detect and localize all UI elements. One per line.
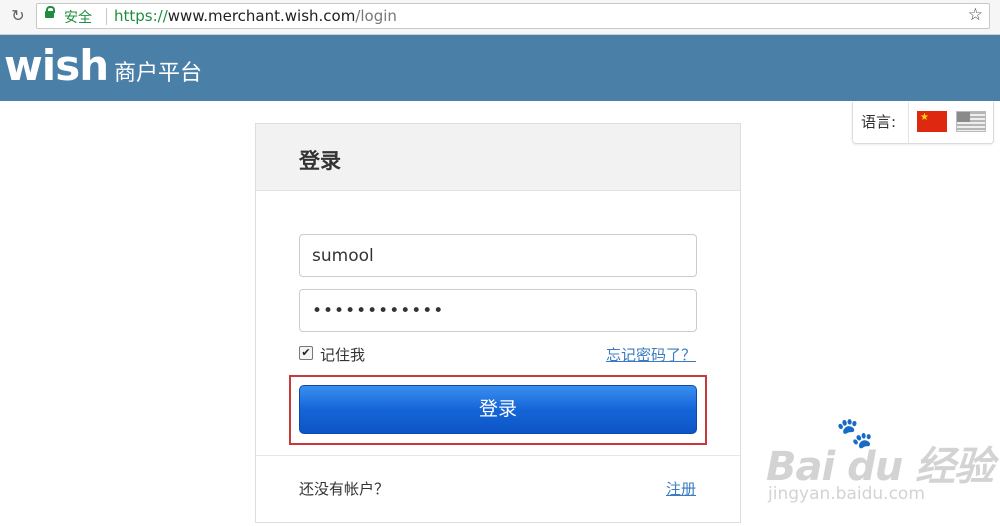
url-scheme: https:// [114,7,168,25]
reload-icon[interactable]: ↻ [8,6,28,26]
us-flag-icon[interactable] [956,111,986,132]
cn-flag-icon[interactable]: ★ [917,111,947,132]
url-text[interactable]: https://www.merchant.wish.com/login [114,7,397,25]
username-input[interactable] [299,234,697,277]
url-host: www.merchant.wish.com [167,7,356,25]
browser-address-bar: ↻ 安全 https://www.merchant.wish.com/login… [0,0,1000,35]
header-subtitle: 商户平台 [114,61,203,86]
site-header: wish 商户平台 [0,35,1000,101]
language-label: 语言: [861,113,897,131]
baidu-watermark: Bai du 经验 🐾 jingyan.baidu.com [766,416,996,526]
language-switcher: 语言: ★ [852,102,994,144]
forgot-password-link[interactable]: 忘记密码了？ [606,344,696,365]
url-field[interactable]: 安全 https://www.merchant.wish.com/login ☆ [36,3,990,29]
bookmark-star-icon[interactable]: ☆ [968,5,983,25]
remember-label: 记住我 [320,346,366,364]
password-input[interactable] [299,289,697,332]
login-card-header: 登录 [256,124,740,191]
login-card: 登录 ✔ 记住我 忘记密码了？ 登录 还没有帐户？ 注册 [255,123,741,523]
lock-icon [45,6,55,18]
register-link[interactable]: 注册 [666,478,696,499]
card-divider [256,455,740,456]
language-divider [908,102,909,144]
watermark-sub: jingyan.baidu.com [768,484,925,504]
remember-checkbox[interactable]: ✔ [299,346,313,360]
no-account-text: 还没有帐户？ [299,480,390,498]
secure-label: 安全 [64,10,92,26]
login-title: 登录 [299,149,341,173]
wish-logo[interactable]: wish [4,41,109,90]
url-separator [106,8,107,25]
login-button[interactable]: 登录 [299,385,697,434]
paw-icon: 🐾 [836,416,874,451]
url-path: /login [355,7,397,25]
